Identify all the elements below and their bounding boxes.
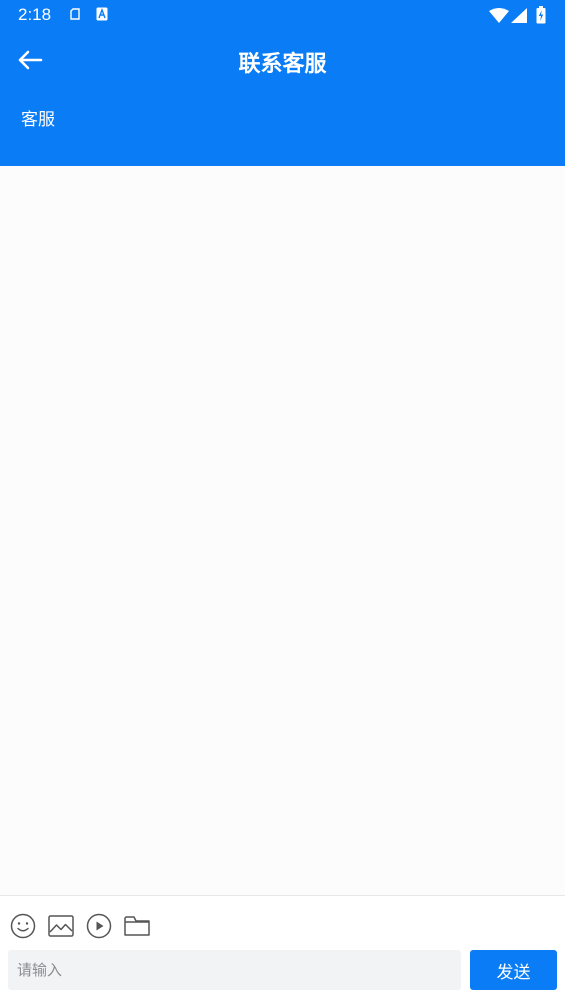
status-time: 2:18 xyxy=(18,5,52,24)
file-button[interactable] xyxy=(124,913,150,939)
chat-message-area[interactable] xyxy=(0,166,565,895)
send-button[interactable]: 发送 xyxy=(470,950,557,990)
service-agent-label: 客服 xyxy=(21,110,55,130)
title-bar: 联系客服 xyxy=(0,38,565,82)
video-button[interactable] xyxy=(86,913,112,939)
message-input[interactable] xyxy=(8,950,461,990)
screen: 2:18 联系客服 客服 请输入 发送 xyxy=(0,0,565,1004)
wifi-icon xyxy=(489,8,509,23)
emoji-icon xyxy=(10,913,36,939)
folder-icon xyxy=(124,916,150,936)
battery-charging-icon xyxy=(536,6,546,24)
video-icon xyxy=(86,913,112,939)
emoji-button[interactable] xyxy=(10,913,36,939)
composer: 发送 xyxy=(0,895,565,1004)
signal-icon xyxy=(511,8,527,23)
image-icon xyxy=(48,915,74,937)
header: 2:18 联系客服 客服 xyxy=(0,0,565,166)
status-bar: 2:18 xyxy=(0,0,565,30)
composer-toolbar xyxy=(10,913,150,941)
app-notification-icon xyxy=(96,7,108,21)
image-button[interactable] xyxy=(48,913,74,939)
page-title: 联系客服 xyxy=(238,52,327,77)
notification-icon xyxy=(70,8,80,20)
